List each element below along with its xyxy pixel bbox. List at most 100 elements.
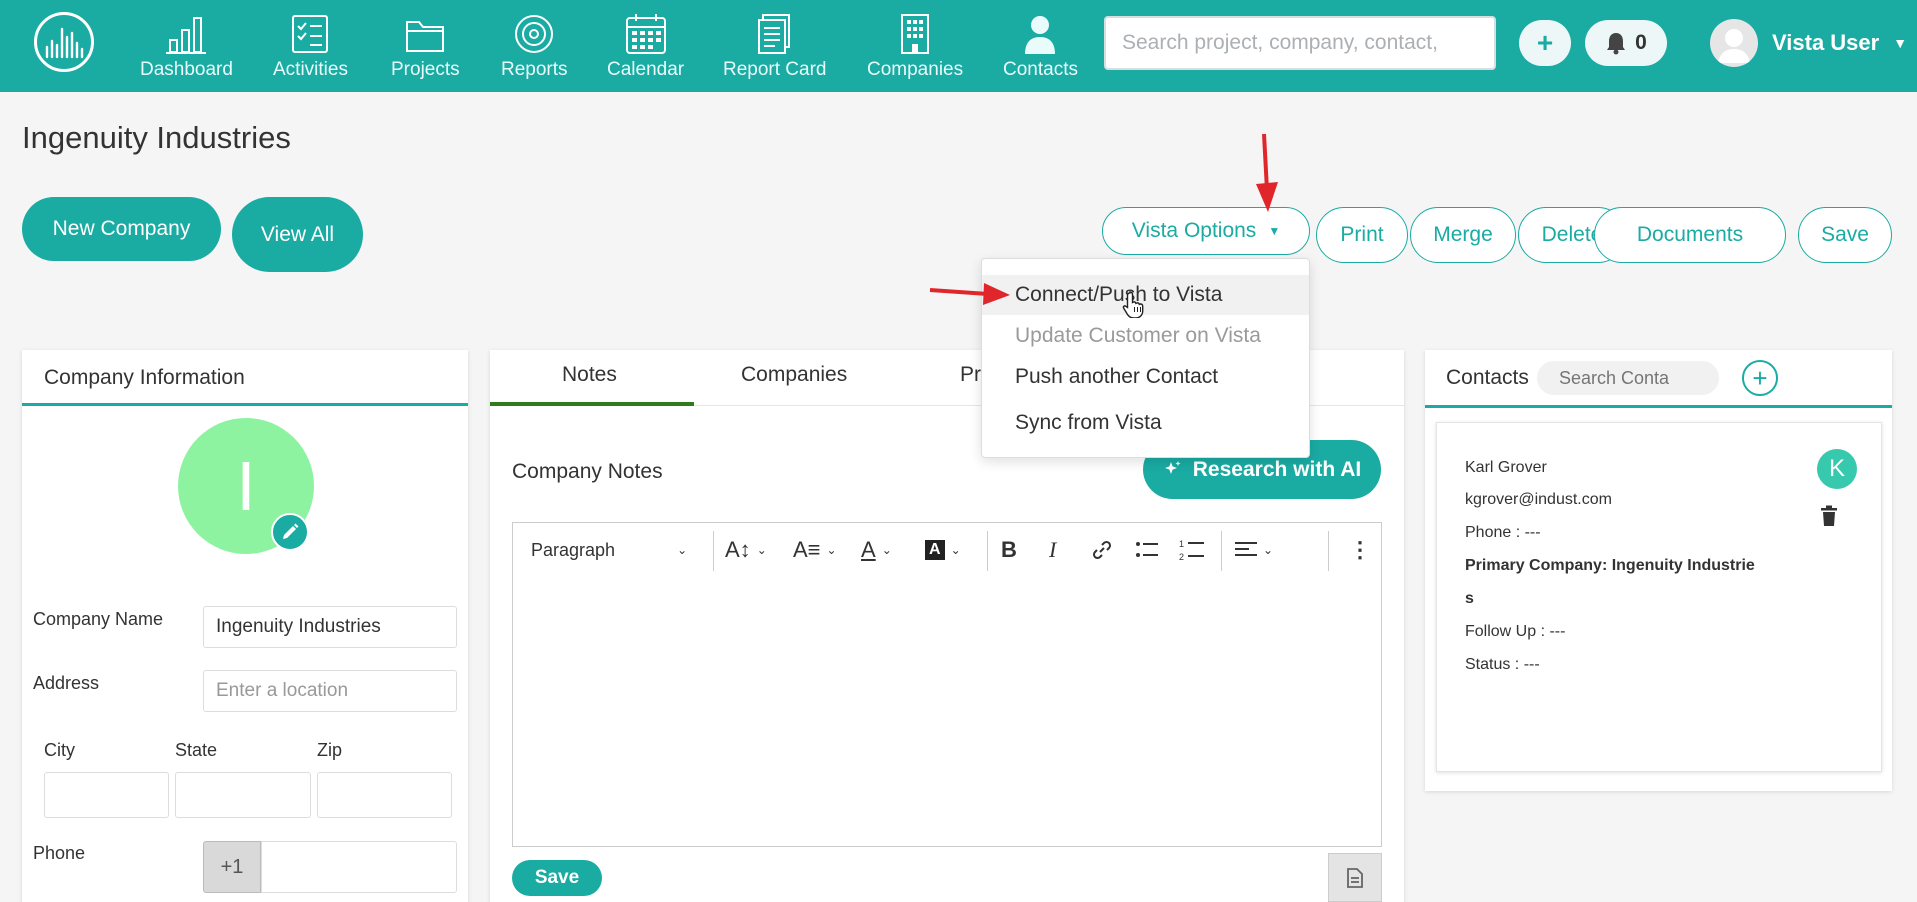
- user-menu[interactable]: Vista User ▼: [1710, 18, 1907, 68]
- menu-item-update-customer[interactable]: Update Customer on Vista: [982, 316, 1309, 356]
- plus-icon: +: [1752, 363, 1768, 393]
- menu-item-sync-from-vista[interactable]: Sync from Vista: [982, 403, 1309, 443]
- reports-icon: [515, 15, 554, 53]
- print-button[interactable]: Print: [1316, 207, 1408, 263]
- state-label: State: [175, 740, 218, 760]
- bullet-list-icon[interactable]: [1135, 533, 1159, 567]
- paragraph-label: Paragraph: [531, 539, 616, 560]
- nav-calendar[interactable]: Calendar: [607, 12, 684, 84]
- nav-report-card[interactable]: Report Card: [723, 12, 827, 84]
- zip-field[interactable]: [317, 772, 452, 818]
- view-all-button[interactable]: View All: [232, 197, 363, 272]
- nav-companies[interactable]: Companies: [867, 12, 963, 84]
- contact-follow-up: Follow Up : ---: [1465, 623, 1566, 640]
- tab-projects[interactable]: Pr: [960, 363, 981, 387]
- nav-dashboard[interactable]: Dashboard: [140, 12, 233, 84]
- vista-options-label: Vista Options: [1131, 219, 1257, 242]
- chevron-down-icon: ▼: [1893, 35, 1908, 51]
- documents-button[interactable]: Documents: [1594, 207, 1786, 263]
- state-field[interactable]: [175, 772, 311, 818]
- nav-label: Companies: [867, 59, 964, 80]
- font-color-button[interactable]: A ⌄: [861, 533, 892, 567]
- bold-icon[interactable]: B: [1001, 533, 1017, 567]
- chevron-down-icon: ⌄: [677, 543, 688, 557]
- company-name-field[interactable]: Ingenuity Industries: [203, 606, 457, 648]
- font-color-icon: A: [861, 537, 876, 562]
- contact-search-input[interactable]: [1537, 361, 1719, 395]
- chevron-down-icon: ⌄: [756, 543, 767, 557]
- avatar: [1710, 19, 1758, 67]
- global-search-input[interactable]: [1104, 16, 1496, 70]
- pencil-icon: [283, 523, 299, 539]
- contacts-header: Contacts: [1446, 366, 1529, 389]
- font-size-button[interactable]: A↕ ⌄: [725, 533, 767, 567]
- tab-companies[interactable]: Companies: [741, 363, 847, 387]
- notes-save-button[interactable]: Save: [512, 860, 602, 896]
- address-field[interactable]: [203, 670, 457, 712]
- edit-avatar-button[interactable]: [271, 513, 309, 551]
- numbered-list-icon[interactable]: 12: [1179, 533, 1205, 567]
- contact-primary-company-cont: s: [1465, 590, 1474, 607]
- hand-cursor-icon: [1122, 291, 1144, 318]
- user-name: Vista User: [1772, 30, 1880, 55]
- top-nav: Dashboard Activities Projects Reports Ca…: [0, 0, 1917, 92]
- vista-options-button[interactable]: Vista Options ▼: [1102, 207, 1310, 255]
- nav-label: Report Card: [723, 59, 827, 80]
- nav-contacts[interactable]: Contacts: [1003, 12, 1078, 84]
- notes-editor[interactable]: [512, 577, 1382, 847]
- phone-prefix: +1: [203, 841, 261, 893]
- align-button[interactable]: ⌄: [1235, 533, 1273, 567]
- nav-projects[interactable]: Projects: [391, 12, 460, 84]
- more-options-icon[interactable]: ⋮: [1349, 533, 1371, 567]
- notification-count: 0: [1635, 31, 1647, 54]
- divider: [22, 403, 468, 406]
- chevron-down-icon: ⌄: [950, 543, 961, 557]
- annotation-arrow-down: [1256, 133, 1278, 212]
- highlight-button[interactable]: A ⌄: [925, 533, 961, 567]
- tab-notes[interactable]: Notes: [562, 363, 617, 387]
- company-notes-title: Company Notes: [512, 460, 663, 483]
- menu-item-push-contact[interactable]: Push another Contact: [982, 357, 1309, 397]
- calendar-icon: [625, 14, 666, 54]
- save-button[interactable]: Save: [1798, 207, 1892, 263]
- contact-status: Status : ---: [1465, 656, 1540, 673]
- caret-down-icon: ▼: [1268, 224, 1281, 238]
- chevron-down-icon: ⌄: [826, 543, 837, 557]
- vista-options-menu: Connect/Push to Vista Update Customer on…: [981, 258, 1310, 458]
- merge-button[interactable]: Merge: [1410, 207, 1516, 263]
- svg-text:1: 1: [1179, 539, 1184, 549]
- link-icon[interactable]: [1091, 533, 1113, 567]
- font-family-button[interactable]: A≡ ⌄: [793, 533, 837, 567]
- new-company-button[interactable]: New Company: [22, 197, 221, 261]
- projects-icon: [406, 21, 445, 52]
- logo-icon[interactable]: [34, 12, 94, 72]
- plus-label: +: [1536, 27, 1554, 58]
- quick-add-button[interactable]: +: [1519, 20, 1571, 66]
- font-family-icon: A≡: [793, 537, 821, 562]
- divider: [1221, 531, 1222, 571]
- sparkle-icon: [1164, 460, 1181, 474]
- active-tab-indicator: [490, 402, 694, 406]
- contact-name: Karl Grover: [1465, 459, 1547, 476]
- italic-icon[interactable]: I: [1049, 533, 1056, 567]
- avatar-letter: I: [236, 447, 256, 525]
- city-field[interactable]: [44, 772, 169, 818]
- trash-icon[interactable]: [1820, 505, 1838, 527]
- nav-label: Contacts: [1003, 59, 1078, 80]
- dashboard-icon: [166, 17, 207, 54]
- document-button[interactable]: [1328, 853, 1382, 902]
- company-name-label: Company Name: [33, 609, 164, 629]
- nav-reports[interactable]: Reports: [501, 12, 568, 84]
- add-contact-button[interactable]: +: [1742, 360, 1778, 396]
- svg-text:2: 2: [1179, 552, 1184, 562]
- contacts-icon: [1025, 16, 1056, 54]
- report-card-icon: [757, 14, 790, 54]
- editor-toolbar: Paragraph ⌄ A↕ ⌄ A≡ ⌄ A ⌄ A ⌄ B I 12 ⌄ ⋮: [512, 522, 1382, 578]
- chevron-down-icon: ⌄: [881, 543, 892, 557]
- contact-email[interactable]: kgrover@indust.com: [1465, 491, 1612, 509]
- nav-activities[interactable]: Activities: [273, 12, 348, 84]
- notifications-button[interactable]: 0: [1585, 20, 1667, 66]
- annotation-arrow-right: [929, 283, 1010, 305]
- phone-field[interactable]: [261, 841, 457, 893]
- paragraph-select[interactable]: Paragraph ⌄: [531, 533, 687, 567]
